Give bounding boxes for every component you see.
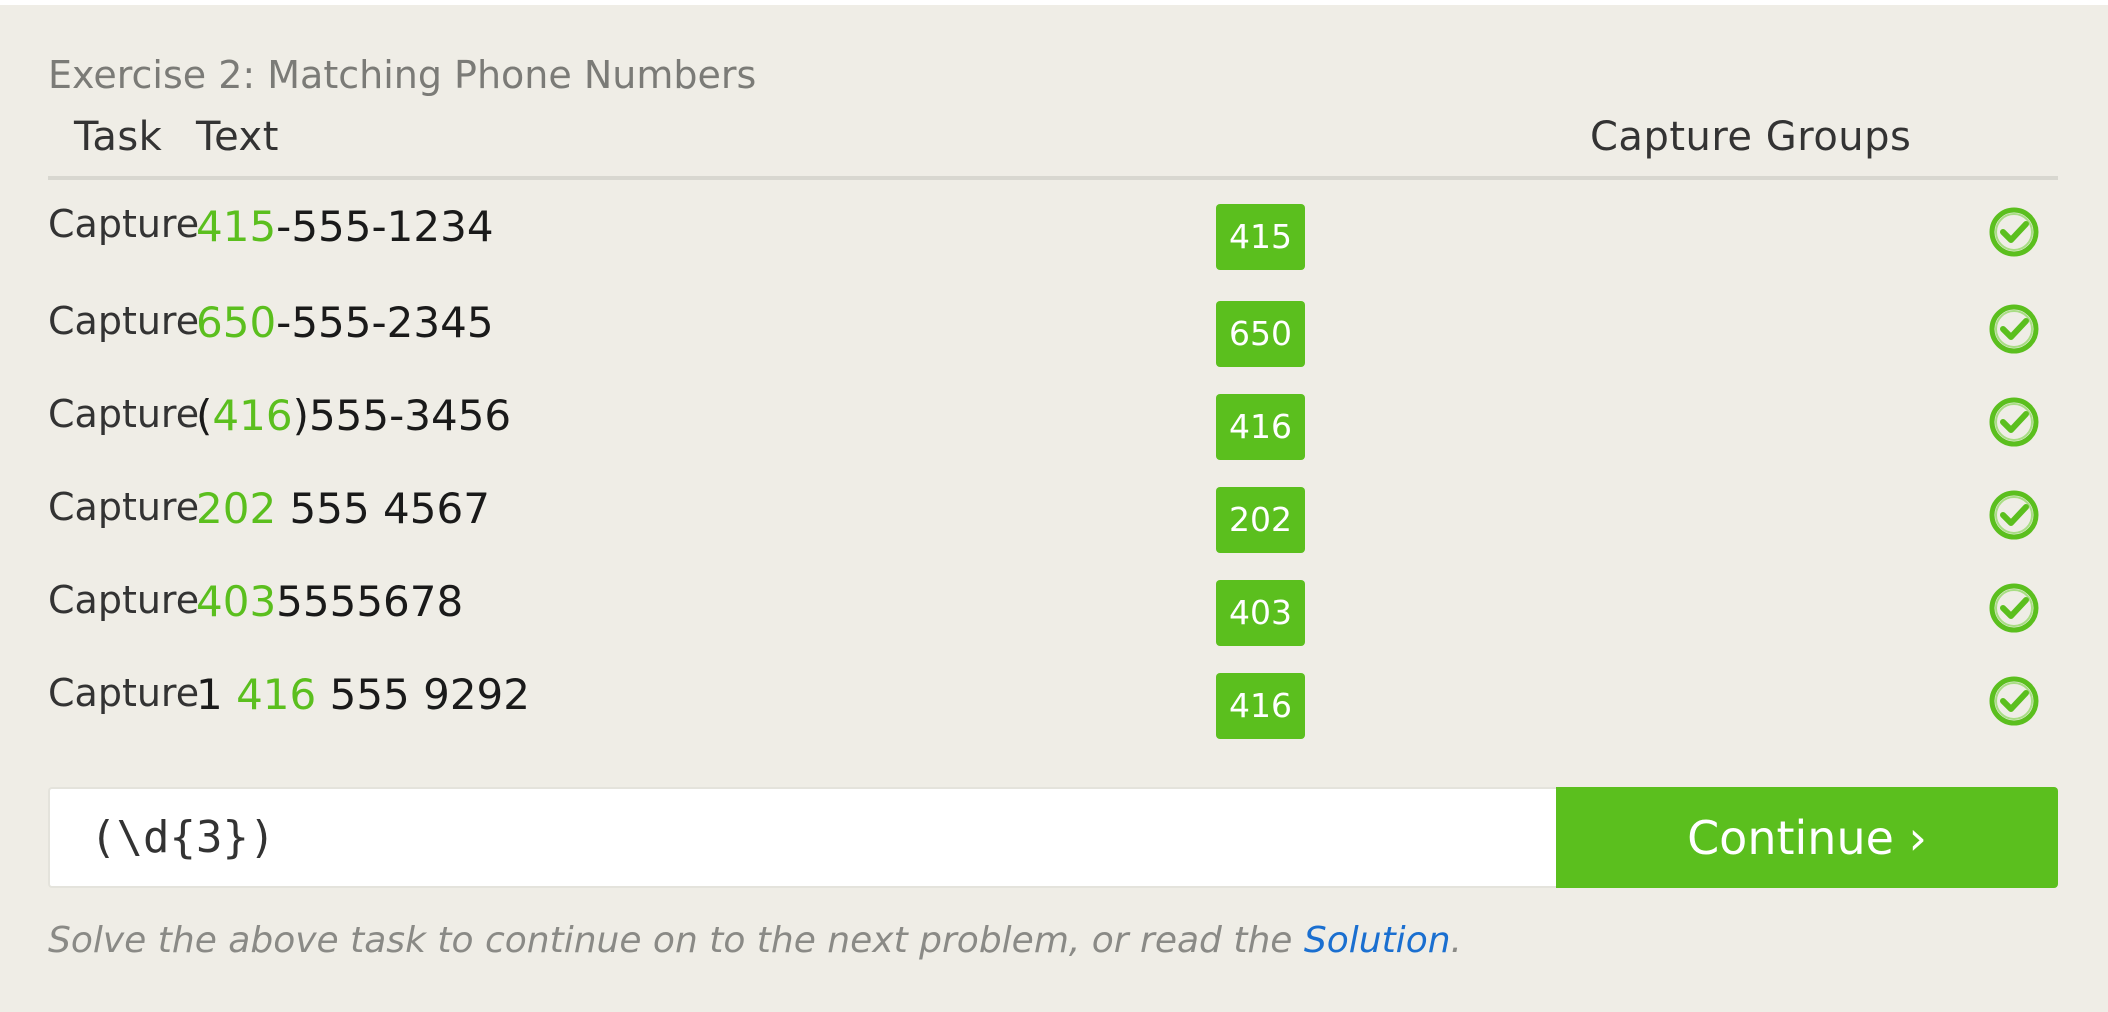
text-suffix: -555-1234 <box>276 201 494 251</box>
text-cell: 415-555-1234 <box>196 178 1216 280</box>
exercise-panel: Exercise 2: Matching Phone Numbers Task … <box>48 50 2058 745</box>
header-capture-groups: Capture Groups <box>1590 114 2058 180</box>
status-cell <box>1590 280 2058 373</box>
capture-badge: 202 <box>1216 486 1305 553</box>
task-cell: Capture <box>48 373 200 466</box>
table-row: Capture 202 555 4567 202 <box>48 466 2058 559</box>
help-prefix: Solve the above task to continue on to t… <box>48 920 1304 961</box>
status-cell <box>1590 466 2058 559</box>
table-row: Capture 650-555-2345 650 <box>48 280 2058 373</box>
status-cell <box>1590 373 2058 466</box>
check-circle-icon <box>1988 675 2040 727</box>
text-cell: 4035555678 <box>196 559 1216 652</box>
check-circle-icon <box>1988 206 2040 258</box>
text-match: 416 <box>212 391 293 440</box>
capture-badge: 403 <box>1216 579 1305 646</box>
text-match: 415 <box>196 201 277 251</box>
continue-button[interactable]: Continue › <box>1556 787 2058 888</box>
answer-row: Continue › <box>48 787 2058 888</box>
task-label: Capture <box>48 577 200 622</box>
text-match: 403 <box>196 577 277 626</box>
help-suffix: . <box>1450 920 1462 961</box>
text-suffix: -555-2345 <box>276 298 494 347</box>
exercise-title: Exercise 2: Matching Phone Numbers <box>48 53 757 97</box>
check-circle-icon <box>1988 489 2040 541</box>
help-text: Solve the above task to continue on to t… <box>48 920 1462 961</box>
task-label: Capture <box>48 298 200 343</box>
header-text: Text <box>196 114 1216 180</box>
check-circle-icon <box>1988 582 2040 634</box>
task-label: Capture <box>48 202 200 246</box>
task-cell: Capture <box>48 280 200 373</box>
capture-badge: 416 <box>1216 672 1305 739</box>
table-row: Capture (416)555-3456 416 <box>48 373 2058 466</box>
task-cell: Capture <box>48 466 200 559</box>
text-suffix: )555-3456 <box>292 391 512 440</box>
table-row: Capture 415-555-1234 415 <box>48 178 2058 280</box>
capture-cell: 416 <box>1216 373 1590 466</box>
text-cell: 1 416 555 9292 <box>196 652 1216 745</box>
capture-cell: 650 <box>1216 280 1590 373</box>
capture-cell: 416 <box>1216 652 1590 745</box>
task-cell: Capture <box>48 178 200 280</box>
text-match: 202 <box>196 484 277 533</box>
text-match: 650 <box>196 298 277 347</box>
capture-cell: 403 <box>1216 559 1590 652</box>
status-cell <box>1590 652 2058 745</box>
task-cell: Capture <box>48 652 200 745</box>
check-circle-icon <box>1988 396 2040 448</box>
task-label: Capture <box>48 391 200 436</box>
task-label: Capture <box>48 670 200 715</box>
task-label: Capture <box>48 484 200 529</box>
task-cell: Capture <box>48 559 200 652</box>
solution-link[interactable]: Solution <box>1304 920 1451 961</box>
status-cell <box>1590 559 2058 652</box>
capture-badge: 416 <box>1216 393 1305 460</box>
capture-badge: 415 <box>1216 204 1305 270</box>
status-cell <box>1590 178 2058 280</box>
header-task: Task <box>48 114 196 180</box>
regex-input[interactable] <box>48 787 1556 888</box>
text-cell: (416)555-3456 <box>196 373 1216 466</box>
task-table: Task Text Capture Groups Capture 415-555-… <box>48 114 2058 745</box>
text-prefix: 1 <box>196 670 237 719</box>
table-row: Capture 4035555678 403 <box>48 559 2058 652</box>
text-suffix: 555 4567 <box>276 484 490 533</box>
table-header-row: Task Text Capture Groups <box>48 114 2058 180</box>
top-strip <box>0 0 2108 5</box>
capture-cell: 415 <box>1216 178 1590 280</box>
capture-cell: 202 <box>1216 466 1590 559</box>
table-row: Capture 1 416 555 9292 416 <box>48 652 2058 745</box>
text-prefix: ( <box>196 391 213 440</box>
text-cell: 650-555-2345 <box>196 280 1216 373</box>
check-circle-icon <box>1988 303 2040 355</box>
text-cell: 202 555 4567 <box>196 466 1216 559</box>
text-match: 416 <box>236 670 317 719</box>
capture-badge: 650 <box>1216 300 1305 367</box>
text-suffix: 555 9292 <box>316 670 531 719</box>
text-suffix: 5555678 <box>276 577 464 626</box>
